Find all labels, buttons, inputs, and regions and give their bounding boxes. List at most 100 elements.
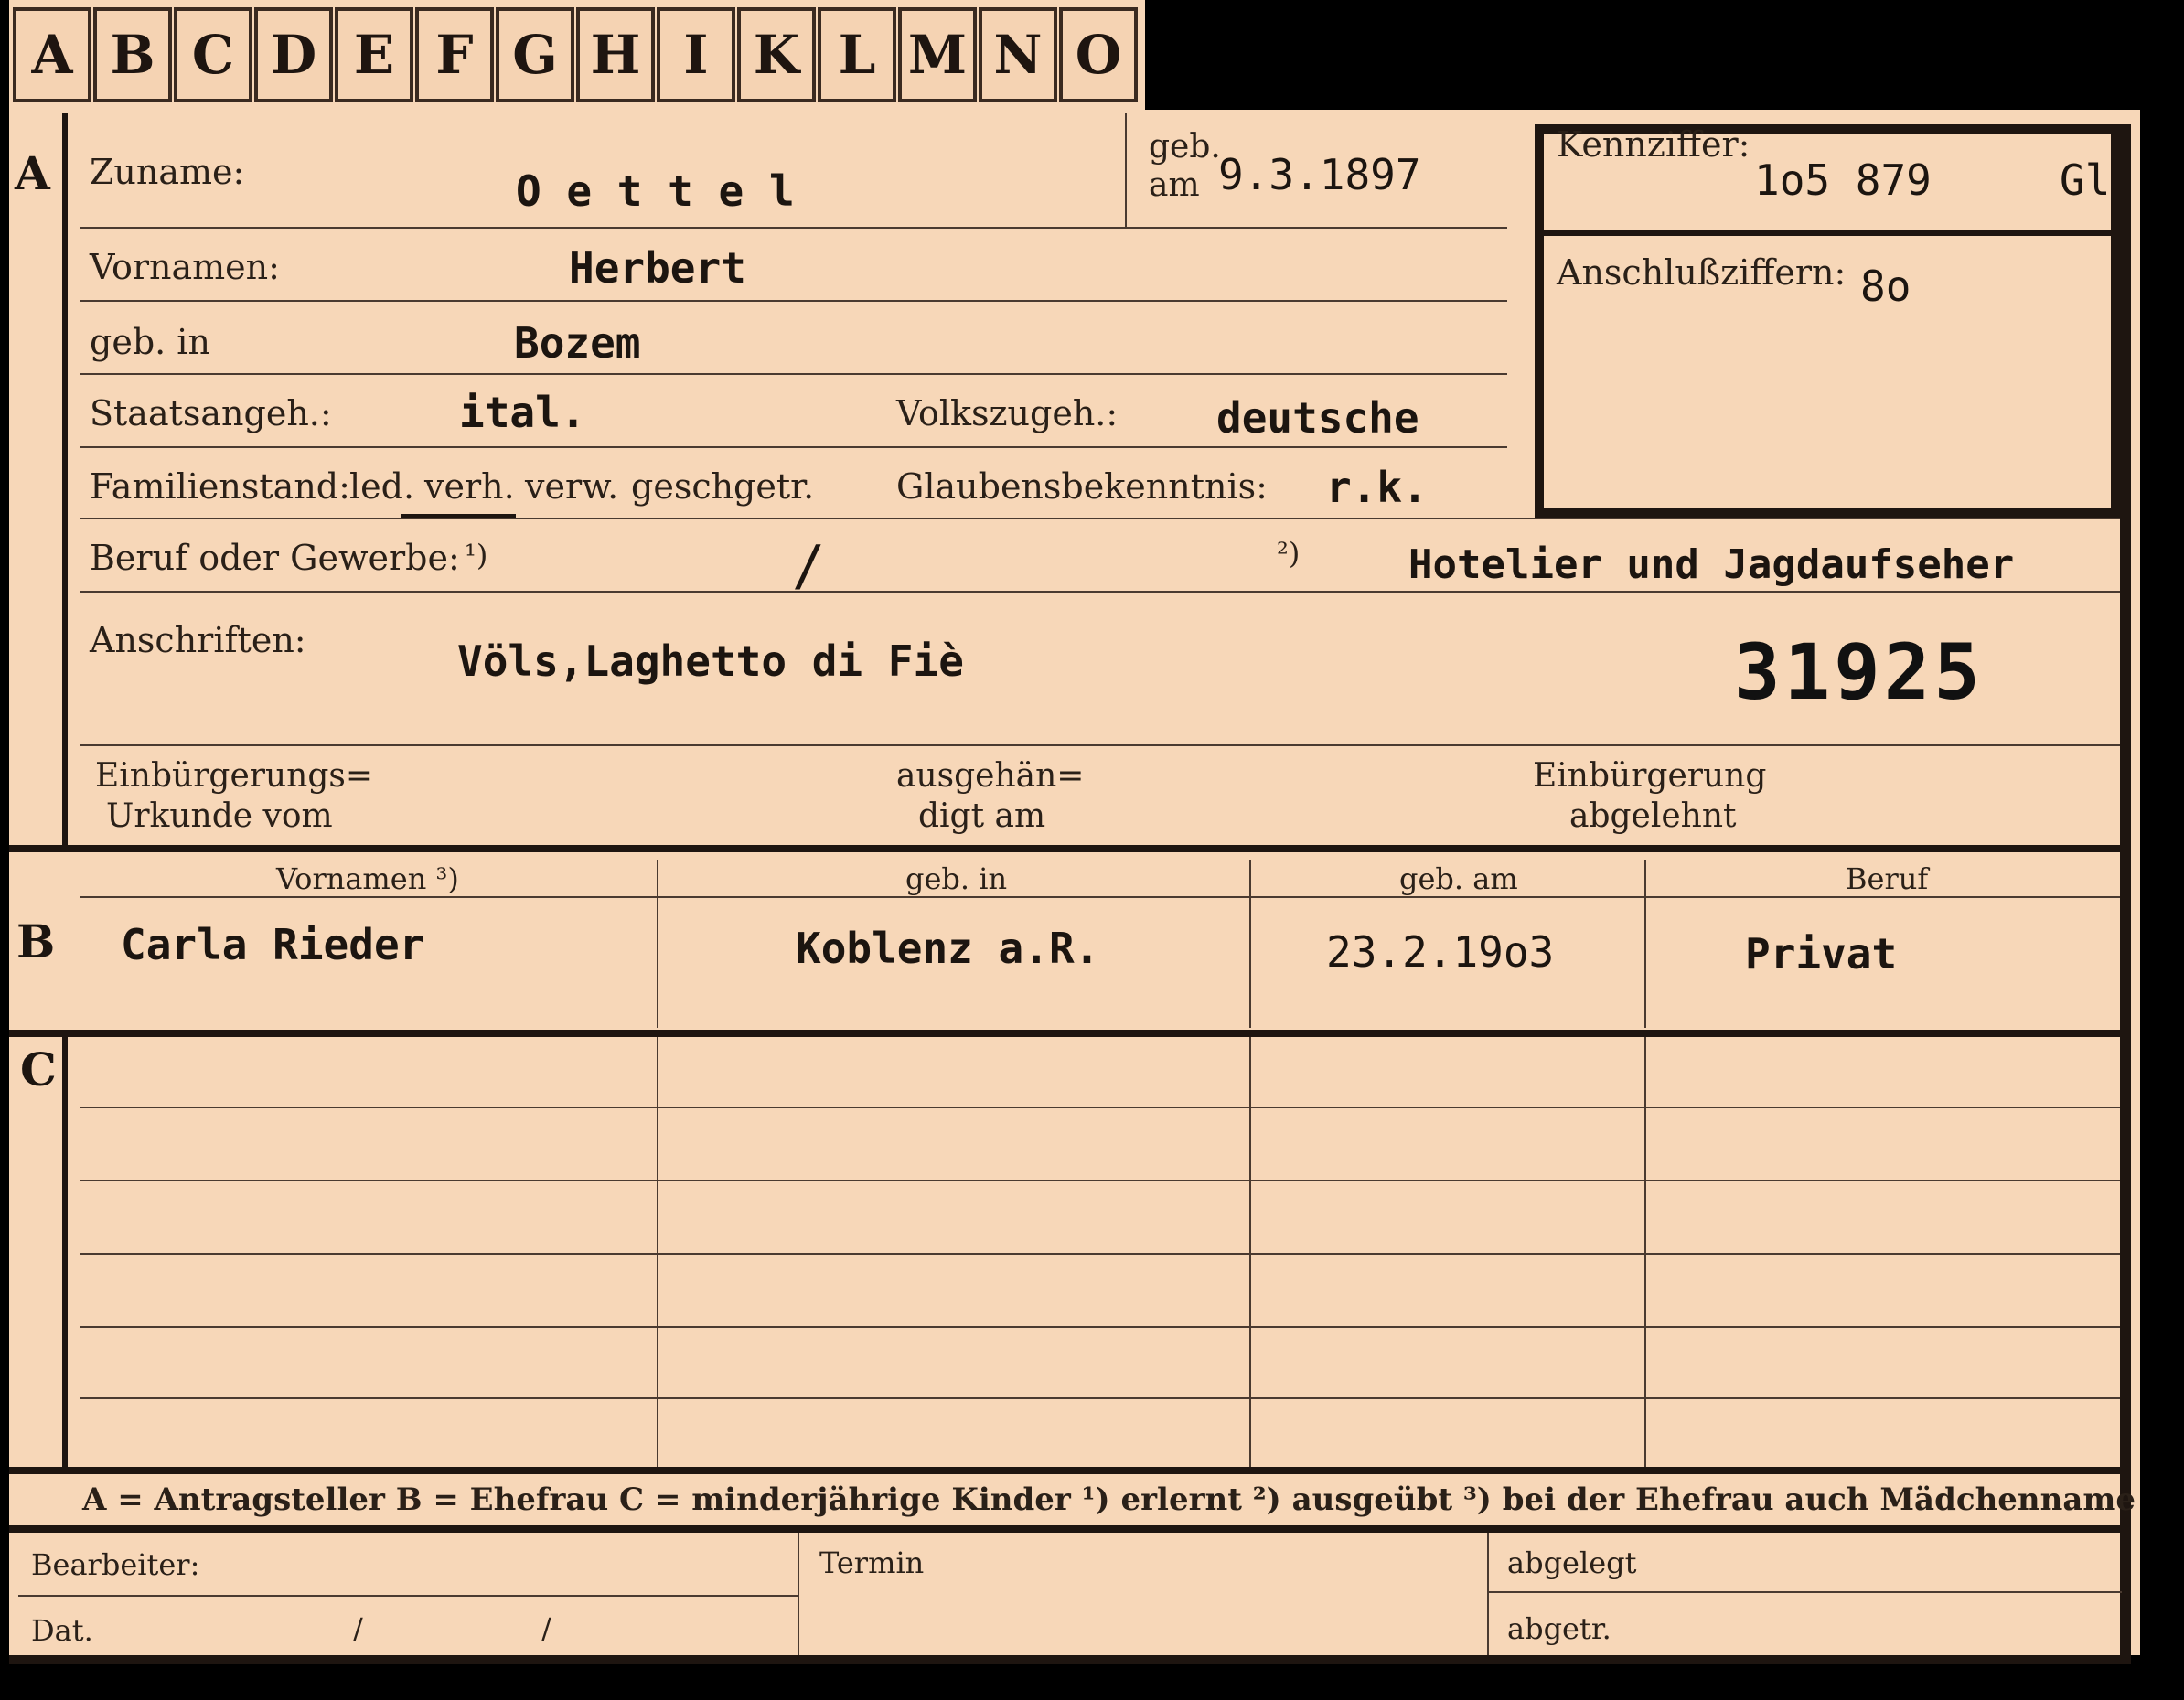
- section-b-letter: B: [16, 914, 56, 968]
- footer-row-line: [1487, 1591, 2122, 1593]
- beruf-note-2: ²): [1277, 536, 1301, 571]
- tab-b[interactable]: B: [93, 7, 172, 102]
- geb-in-label: geb. in: [90, 322, 210, 362]
- children-row-line: [80, 1107, 2120, 1108]
- ausgehaendigt-label-1: ausgehän=: [896, 757, 1085, 795]
- tab-d[interactable]: D: [254, 7, 333, 102]
- termin-label: Termin: [819, 1545, 925, 1580]
- urkunde-label-2: Urkunde vom: [106, 797, 333, 835]
- section-a-rule: [62, 113, 68, 845]
- dat-label: Dat.: [31, 1613, 93, 1648]
- spouse-header-line: [80, 896, 2120, 898]
- spouse-beruf: Privat: [1745, 929, 1898, 978]
- dat-slash-1: /: [353, 1611, 363, 1646]
- section-c-rule: [62, 1033, 68, 1469]
- geb-am-value: 9.3.1897: [1218, 150, 1421, 199]
- spouse-col-divider: [1644, 860, 1646, 1028]
- staat-label: Staatsangeh.:: [90, 393, 332, 433]
- familie-option-gesch: gesch.: [631, 466, 745, 507]
- spouse-header-geb-am: geb. am: [1399, 861, 1518, 896]
- tab-n[interactable]: N: [979, 7, 1057, 102]
- row-line: [80, 744, 2120, 746]
- zuname-label: Zuname:: [90, 152, 245, 192]
- section-bc-separator: [9, 1030, 2122, 1037]
- tab-l[interactable]: L: [818, 7, 896, 102]
- children-col-divider: [657, 1037, 658, 1467]
- tab-c[interactable]: C: [174, 7, 252, 102]
- children-row-line: [80, 1180, 2120, 1181]
- section-ab-separator: [9, 845, 2122, 852]
- row-line: [80, 591, 2120, 593]
- section-a-letter: A: [15, 146, 50, 200]
- tab-e[interactable]: E: [335, 7, 413, 102]
- children-row-line: [80, 1397, 2120, 1399]
- geb-in-value: Bozem: [514, 318, 641, 368]
- tab-m[interactable]: M: [898, 7, 977, 102]
- anschrift-value: Völs,Laghetto di Fiè: [457, 636, 964, 686]
- volk-label: Volkszugeh.:: [896, 393, 1119, 433]
- urkunde-label-1: Einbürgerungs=: [95, 757, 374, 795]
- children-row-line: [80, 1253, 2120, 1255]
- kennziffer-value: 1o5 879: [1754, 155, 1932, 205]
- tab-a[interactable]: A: [13, 7, 91, 102]
- kennziffer-suffix: Gl: [2060, 155, 2111, 205]
- spouse-col-divider: [657, 860, 658, 1028]
- beruf-label: Beruf oder Gewerbe:: [90, 538, 460, 578]
- children-col-divider: [1644, 1037, 1646, 1467]
- legend-bottom-rule: [9, 1525, 2122, 1533]
- anschrift-label: Anschriften:: [90, 620, 306, 660]
- kennziffer-divider: [1544, 230, 2111, 236]
- row-line: [80, 518, 2120, 519]
- spouse-geb-in: Koblenz a.R.: [796, 924, 1100, 973]
- volk-value: deutsche: [1216, 393, 1419, 443]
- tab-o[interactable]: O: [1059, 7, 1138, 102]
- spouse-geb-am: 23.2.19o3: [1326, 927, 1555, 977]
- zuname-value: O e t t e l: [516, 166, 795, 216]
- ausgehaendigt-label-2: digt am: [918, 797, 1046, 835]
- letter-tabs: A B C D E F G H I K L M N O: [9, 0, 1145, 113]
- tab-g[interactable]: G: [496, 7, 574, 102]
- tab-h[interactable]: H: [576, 7, 655, 102]
- tab-f[interactable]: F: [415, 7, 494, 102]
- children-row-line: [80, 1326, 2120, 1328]
- kennziffer-label: Kennziffer:: [1557, 124, 1750, 165]
- row-line: [80, 446, 1507, 448]
- beruf-slash: /: [792, 534, 826, 598]
- right-edge: [2120, 124, 2131, 1661]
- abgelegt-label: abgelegt: [1507, 1545, 1637, 1580]
- verh-underline: [401, 514, 516, 518]
- bottom-edge: [9, 1655, 2131, 1664]
- spouse-vornamen: Carla Rieder: [121, 920, 425, 969]
- tab-k[interactable]: K: [737, 7, 816, 102]
- beruf-note-1: ¹): [465, 538, 488, 572]
- spouse-header-vornamen: Vornamen ³): [276, 861, 459, 896]
- anschluss-value: 8o: [1860, 262, 1911, 311]
- geb-am-divider: [1125, 113, 1127, 227]
- dat-slash-2: /: [541, 1611, 551, 1646]
- familie-option-getr: getr.: [733, 466, 815, 507]
- footer-divider: [1487, 1533, 1489, 1659]
- vornamen-label: Vornamen:: [90, 247, 280, 287]
- footer-divider: [798, 1533, 799, 1659]
- abgelehnt-label-2: abgelehnt: [1569, 797, 1737, 835]
- footer-row-line: [18, 1595, 798, 1597]
- familie-option-led: led.: [349, 466, 415, 507]
- geb-am-label-1: geb.: [1149, 128, 1221, 166]
- legend-top-rule: [9, 1467, 2122, 1474]
- row-line: [80, 373, 1507, 375]
- beruf-value: Hotelier und Jagdaufseher: [1408, 541, 2015, 588]
- glaube-value: r.k.: [1326, 463, 1428, 512]
- tab-i[interactable]: I: [657, 7, 735, 102]
- stamp-number: 31925: [1734, 627, 1984, 717]
- vornamen-value: Herbert: [569, 243, 746, 293]
- row-line: [80, 227, 1507, 229]
- abgetr-label: abgetr.: [1507, 1611, 1611, 1646]
- children-col-divider: [1249, 1037, 1251, 1467]
- row-line: [80, 300, 1507, 302]
- spouse-header-geb-in: geb. in: [905, 861, 1008, 896]
- bearbeiter-label: Bearbeiter:: [31, 1547, 200, 1582]
- abgelehnt-label-1: Einbürgerung: [1533, 757, 1767, 795]
- anschluss-label: Anschlußziffern:: [1557, 252, 1847, 293]
- familie-label: Familienstand:: [90, 466, 350, 507]
- familie-option-verh: verh.: [424, 466, 515, 507]
